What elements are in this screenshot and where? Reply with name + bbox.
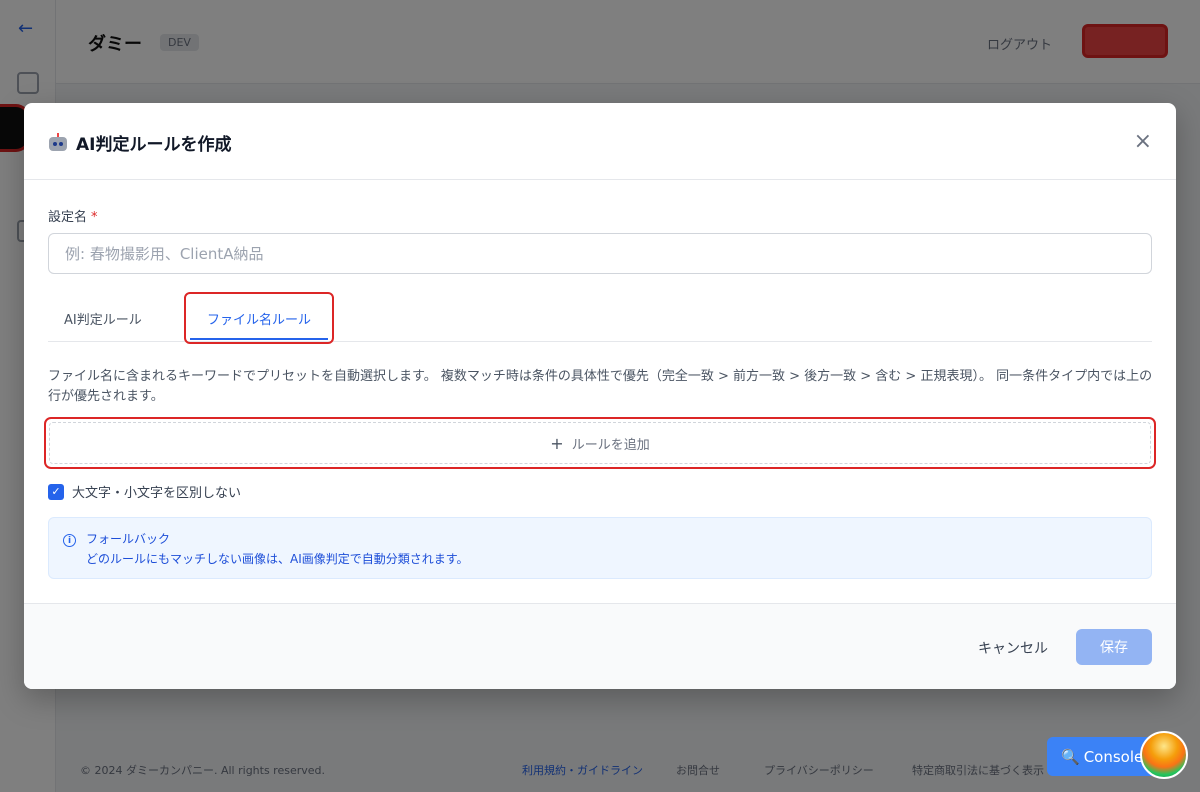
console-avatar[interactable] [1140,731,1188,779]
create-rule-modal: AI判定ルールを作成 × 設定名* AI判定ルール ファイル名ルール ファイル名… [24,103,1176,689]
tab-label: AI判定ルール [64,312,142,328]
modal-title-text: AI判定ルールを作成 [76,135,232,155]
console-label: Console [1083,747,1144,766]
add-rule-button[interactable]: + ルールを追加 [49,422,1151,464]
add-rule-highlight: + ルールを追加 [44,417,1156,469]
case-insensitive-option: ✓ 大文字・小文字を区別しない [48,482,241,501]
fallback-title: フォールバック [86,532,171,546]
filename-rule-description: ファイル名に含まれるキーワードでプリセットを自動選択します。 複数マッチ時は条件… [48,369,1153,404]
info-icon: i [63,534,76,547]
fallback-notice: i フォールバック どのルールにもマッチしない画像は、AI画像判定で自動分類され… [48,517,1152,579]
search-icon: 🔍 [1061,747,1080,766]
modal-footer: キャンセル 保存 [24,603,1176,689]
robot-icon [48,132,68,153]
name-field-label: 設定名 * [48,206,98,225]
required-mark: * [91,210,98,225]
active-tab-indicator [190,338,328,340]
save-button[interactable]: 保存 [1076,629,1152,665]
cancel-button[interactable]: キャンセル [978,638,1048,658]
setting-name-input[interactable] [48,233,1152,274]
plus-icon: + [550,433,564,453]
close-icon[interactable]: × [1134,131,1152,153]
case-insensitive-label: 大文字・小文字を区別しない [72,486,242,501]
add-rule-label: ルールを追加 [571,437,650,453]
fallback-text: どのルールにもマッチしない画像は、AI画像判定で自動分類されます。 [86,552,469,566]
tab-label: ファイル名ルール [206,312,311,328]
tab-ai-rules[interactable]: AI判定ルール [64,294,142,342]
rule-tabs: AI判定ルール ファイル名ルール [48,292,1152,344]
tab-filename-rules[interactable]: ファイル名ルール [184,292,334,344]
modal-title: AI判定ルールを作成 [48,130,231,155]
name-label-text: 設定名 [48,210,88,225]
modal-header: AI判定ルールを作成 × [24,103,1176,180]
case-insensitive-checkbox[interactable]: ✓ [48,483,64,500]
